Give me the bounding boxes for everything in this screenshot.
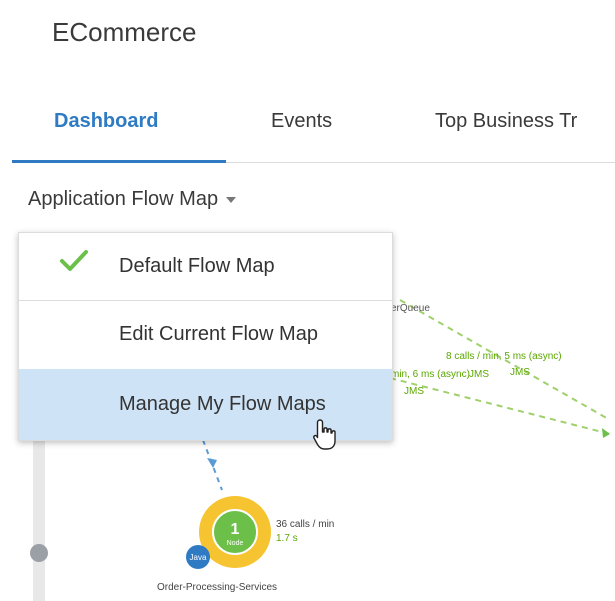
flow-map-dropdown-menu: Default Flow Map Edit Current Flow Map M…	[18, 232, 393, 441]
java-badge-label: Java	[190, 553, 207, 562]
menu-item-label: Default Flow Map	[119, 255, 275, 277]
edge-calls-label: 8 calls / min, 5 ms (async)	[446, 351, 562, 362]
edge-type-label: JMS	[510, 367, 530, 378]
edge-calls-label: min, 6 ms (async)	[391, 369, 470, 380]
checkmark-icon	[60, 250, 88, 271]
hand-pointer-cursor-icon	[313, 419, 336, 450]
menu-item-default-flow-map[interactable]: Default Flow Map	[19, 233, 392, 299]
queue-label: erQueue	[391, 303, 430, 314]
menu-item-label: Edit Current Flow Map	[119, 323, 318, 345]
tier-node[interactable]: 1 Node Java	[186, 496, 271, 569]
menu-item-label: Manage My Flow Maps	[119, 393, 326, 415]
zoom-slider-track[interactable]	[33, 437, 45, 601]
node-calls-label: 36 calls / min	[276, 519, 334, 530]
node-name-label: Order-Processing-Services	[157, 582, 277, 593]
node-response-time: 1.7 s	[276, 533, 298, 544]
edge-type-label: JMS	[404, 386, 424, 397]
edge-type-label: JMS	[469, 369, 489, 380]
arrowhead-icon	[207, 458, 217, 468]
node-count-label: Node	[227, 540, 244, 547]
zoom-slider-handle[interactable]	[30, 544, 48, 562]
menu-item-edit-current-flow-map[interactable]: Edit Current Flow Map	[19, 300, 392, 369]
node-count: 1	[231, 521, 240, 538]
